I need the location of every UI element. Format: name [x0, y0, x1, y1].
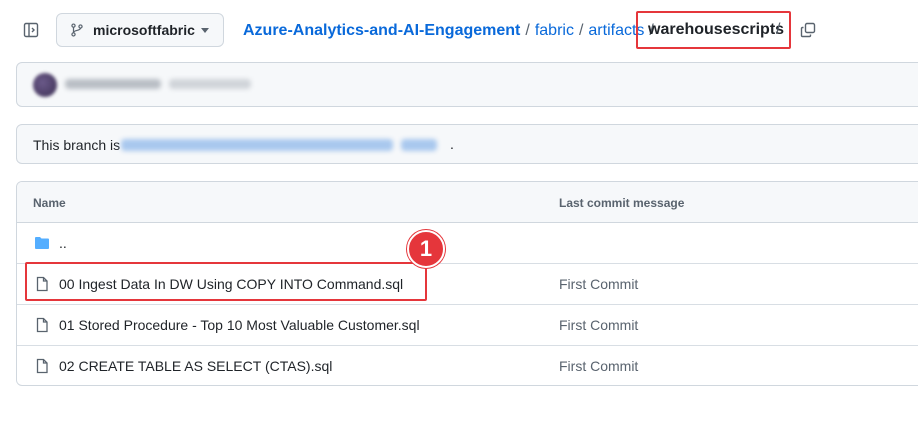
redacted-base-branch-link[interactable] — [401, 139, 437, 151]
chevron-down-icon — [201, 28, 209, 33]
breadcrumb-separator: / — [578, 22, 584, 39]
breadcrumb-folder-fabric[interactable]: fabric — [535, 22, 574, 40]
breadcrumb-separator: / — [525, 22, 530, 39]
branch-status-period: . — [450, 136, 454, 152]
breadcrumb-current-folder: warehousescripts — [648, 21, 785, 38]
file-icon — [34, 317, 50, 333]
parent-directory-link[interactable]: .. — [59, 235, 67, 251]
commit-message-link[interactable]: First Commit — [559, 317, 638, 333]
repo-header: microsoftfabric Azure-Analytics-and-AI-E… — [0, 0, 918, 62]
avatar[interactable] — [33, 73, 57, 97]
branch-status-bar: This branch is . — [16, 124, 918, 164]
redacted-commit-comparison-link[interactable] — [121, 139, 393, 151]
redacted-author — [65, 79, 161, 89]
file-row-highlight — [25, 262, 427, 301]
file-icon — [34, 358, 50, 374]
file-name-link[interactable]: 02 CREATE TABLE AS SELECT (CTAS).sql — [59, 358, 332, 374]
breadcrumb: Azure-Analytics-and-AI-Engagement / fabr… — [243, 19, 659, 43]
column-header-name: Name — [33, 196, 66, 210]
commit-message-link[interactable]: First Commit — [559, 358, 638, 374]
git-branch-icon — [70, 23, 84, 37]
branch-name: microsoftfabric — [93, 22, 195, 38]
copy-icon[interactable] — [800, 22, 816, 38]
folder-icon — [34, 235, 50, 251]
breadcrumb-repo-link[interactable]: Azure-Analytics-and-AI-Engagement — [243, 22, 520, 40]
breadcrumb-trailing-separator: / — [776, 21, 781, 38]
table-row-parent-directory[interactable]: .. — [17, 223, 918, 264]
branch-status-text: This branch is — [33, 137, 121, 153]
table-row[interactable]: 01 Stored Procedure - Top 10 Most Valuab… — [17, 305, 918, 346]
latest-commit-bar — [16, 62, 918, 107]
redacted-commit-message — [169, 79, 251, 89]
step-number-badge: 1 — [407, 230, 445, 268]
table-row[interactable]: 02 CREATE TABLE AS SELECT (CTAS).sql Fir… — [17, 346, 918, 385]
file-name-link[interactable]: 01 Stored Procedure - Top 10 Most Valuab… — [59, 317, 420, 333]
table-header: Name Last commit message — [17, 182, 918, 223]
commit-message-link[interactable]: First Commit — [559, 276, 638, 292]
branch-selector-button[interactable]: microsoftfabric — [56, 13, 224, 47]
column-header-last-commit: Last commit message — [559, 196, 685, 210]
sidebar-toggle-icon[interactable] — [22, 21, 40, 39]
